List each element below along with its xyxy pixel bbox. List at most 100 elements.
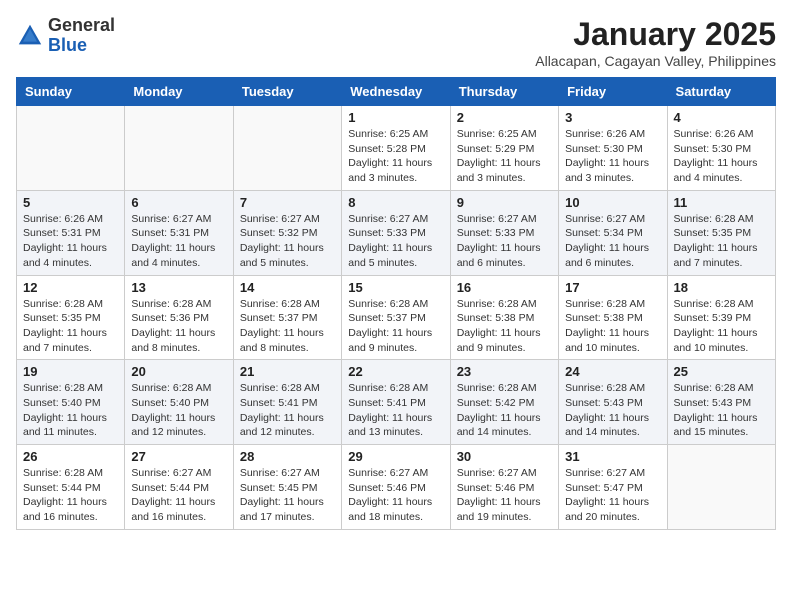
day-info: Sunrise: 6:27 AM Sunset: 5:32 PM Dayligh… (240, 212, 335, 271)
calendar-day-cell: 19 Sunrise: 6:28 AM Sunset: 5:40 PM Dayli… (17, 360, 125, 445)
day-info: Sunrise: 6:28 AM Sunset: 5:39 PM Dayligh… (674, 297, 769, 356)
day-number: 26 (23, 449, 118, 464)
calendar-week-row: 12Sunrise: 6:28 AM Sunset: 5:35 PM Dayli… (17, 275, 776, 360)
day-number: 4 (674, 110, 769, 125)
day-info: Sunrise: 6:26 AM Sunset: 5:30 PM Dayligh… (565, 127, 660, 186)
calendar-day-cell: 21Sunrise: 6:28 AM Sunset: 5:41 PM Dayli… (233, 360, 341, 445)
day-number: 23 (457, 364, 552, 379)
calendar-day-cell: 4 Sunrise: 6:26 AM Sunset: 5:30 PM Daylig… (667, 106, 775, 191)
day-info: Sunrise: 6:26 AM Sunset: 5:30 PM Dayligh… (674, 127, 769, 186)
calendar-day-cell: 1 Sunrise: 6:25 AM Sunset: 5:28 PM Daylig… (342, 106, 450, 191)
weekday-header-tuesday: Tuesday (233, 78, 341, 106)
day-info: Sunrise: 6:28 AM Sunset: 5:44 PM Dayligh… (23, 466, 118, 525)
calendar-day-cell: 26 Sunrise: 6:28 AM Sunset: 5:44 PM Dayli… (17, 445, 125, 530)
calendar-day-cell: 17 Sunrise: 6:28 AM Sunset: 5:38 PM Dayli… (559, 275, 667, 360)
calendar-week-row: 26 Sunrise: 6:28 AM Sunset: 5:44 PM Dayli… (17, 445, 776, 530)
day-number: 17 (565, 280, 660, 295)
day-number: 21 (240, 364, 335, 379)
day-number: 27 (131, 449, 226, 464)
day-info: Sunrise: 6:27 AM Sunset: 5:34 PM Dayligh… (565, 212, 660, 271)
day-info: Sunrise: 6:28 AM Sunset: 5:38 PM Dayligh… (565, 297, 660, 356)
day-number: 29 (348, 449, 443, 464)
logo: General Blue (16, 16, 115, 56)
calendar-day-cell: 20Sunrise: 6:28 AM Sunset: 5:40 PM Dayli… (125, 360, 233, 445)
calendar-day-cell: 5 Sunrise: 6:26 AM Sunset: 5:31 PM Daylig… (17, 190, 125, 275)
day-number: 30 (457, 449, 552, 464)
day-info: Sunrise: 6:28 AM Sunset: 5:40 PM Dayligh… (23, 381, 118, 440)
calendar-day-cell: 13 Sunrise: 6:28 AM Sunset: 5:36 PM Dayli… (125, 275, 233, 360)
weekday-header-thursday: Thursday (450, 78, 558, 106)
day-number: 3 (565, 110, 660, 125)
day-number: 28 (240, 449, 335, 464)
day-info: Sunrise: 6:27 AM Sunset: 5:47 PM Dayligh… (565, 466, 660, 525)
calendar-day-cell: 2Sunrise: 6:25 AM Sunset: 5:29 PM Daylig… (450, 106, 558, 191)
calendar-day-cell: 15 Sunrise: 6:28 AM Sunset: 5:37 PM Dayli… (342, 275, 450, 360)
day-number: 13 (131, 280, 226, 295)
weekday-header-monday: Monday (125, 78, 233, 106)
calendar-day-cell: 25 Sunrise: 6:28 AM Sunset: 5:43 PM Dayli… (667, 360, 775, 445)
calendar-day-cell: 11Sunrise: 6:28 AM Sunset: 5:35 PM Dayli… (667, 190, 775, 275)
day-info: Sunrise: 6:28 AM Sunset: 5:35 PM Dayligh… (674, 212, 769, 271)
day-info: Sunrise: 6:27 AM Sunset: 5:44 PM Dayligh… (131, 466, 226, 525)
calendar-week-row: 5 Sunrise: 6:26 AM Sunset: 5:31 PM Daylig… (17, 190, 776, 275)
day-number: 16 (457, 280, 552, 295)
day-number: 15 (348, 280, 443, 295)
day-number: 14 (240, 280, 335, 295)
weekday-header-friday: Friday (559, 78, 667, 106)
calendar-day-cell (125, 106, 233, 191)
calendar-week-row: 1 Sunrise: 6:25 AM Sunset: 5:28 PM Daylig… (17, 106, 776, 191)
day-info: Sunrise: 6:27 AM Sunset: 5:46 PM Dayligh… (457, 466, 552, 525)
day-number: 22 (348, 364, 443, 379)
day-info: Sunrise: 6:27 AM Sunset: 5:46 PM Dayligh… (348, 466, 443, 525)
day-info: Sunrise: 6:25 AM Sunset: 5:28 PM Dayligh… (348, 127, 443, 186)
day-number: 24 (565, 364, 660, 379)
day-info: Sunrise: 6:28 AM Sunset: 5:41 PM Dayligh… (348, 381, 443, 440)
calendar-table: SundayMondayTuesdayWednesdayThursdayFrid… (16, 77, 776, 530)
calendar-day-cell: 14Sunrise: 6:28 AM Sunset: 5:37 PM Dayli… (233, 275, 341, 360)
calendar-day-cell: 18Sunrise: 6:28 AM Sunset: 5:39 PM Dayli… (667, 275, 775, 360)
day-info: Sunrise: 6:28 AM Sunset: 5:36 PM Dayligh… (131, 297, 226, 356)
day-number: 25 (674, 364, 769, 379)
calendar-day-cell: 24Sunrise: 6:28 AM Sunset: 5:43 PM Dayli… (559, 360, 667, 445)
weekday-header-wednesday: Wednesday (342, 78, 450, 106)
day-number: 6 (131, 195, 226, 210)
calendar-day-cell: 29 Sunrise: 6:27 AM Sunset: 5:46 PM Dayli… (342, 445, 450, 530)
day-number: 19 (23, 364, 118, 379)
month-title: January 2025 (535, 16, 776, 53)
page-header: General Blue January 2025 Allacapan, Cag… (16, 16, 776, 69)
calendar-day-cell: 27 Sunrise: 6:27 AM Sunset: 5:44 PM Dayli… (125, 445, 233, 530)
calendar-day-cell: 9 Sunrise: 6:27 AM Sunset: 5:33 PM Daylig… (450, 190, 558, 275)
day-number: 5 (23, 195, 118, 210)
day-info: Sunrise: 6:28 AM Sunset: 5:43 PM Dayligh… (674, 381, 769, 440)
day-info: Sunrise: 6:27 AM Sunset: 5:45 PM Dayligh… (240, 466, 335, 525)
logo-blue-text: Blue (48, 35, 87, 55)
day-info: Sunrise: 6:28 AM Sunset: 5:42 PM Dayligh… (457, 381, 552, 440)
calendar-day-cell (233, 106, 341, 191)
day-info: Sunrise: 6:26 AM Sunset: 5:31 PM Dayligh… (23, 212, 118, 271)
calendar-day-cell: 28 Sunrise: 6:27 AM Sunset: 5:45 PM Dayli… (233, 445, 341, 530)
day-info: Sunrise: 6:28 AM Sunset: 5:37 PM Dayligh… (348, 297, 443, 356)
location-text: Allacapan, Cagayan Valley, Philippines (535, 53, 776, 69)
day-info: Sunrise: 6:27 AM Sunset: 5:33 PM Dayligh… (457, 212, 552, 271)
logo-icon (16, 22, 44, 50)
day-number: 8 (348, 195, 443, 210)
day-number: 9 (457, 195, 552, 210)
calendar-day-cell (667, 445, 775, 530)
calendar-day-cell: 3 Sunrise: 6:26 AM Sunset: 5:30 PM Daylig… (559, 106, 667, 191)
day-number: 1 (348, 110, 443, 125)
weekday-header-saturday: Saturday (667, 78, 775, 106)
calendar-day-cell: 31Sunrise: 6:27 AM Sunset: 5:47 PM Dayli… (559, 445, 667, 530)
weekday-header-sunday: Sunday (17, 78, 125, 106)
calendar-day-cell: 30 Sunrise: 6:27 AM Sunset: 5:46 PM Dayli… (450, 445, 558, 530)
day-info: Sunrise: 6:28 AM Sunset: 5:35 PM Dayligh… (23, 297, 118, 356)
calendar-day-cell: 7Sunrise: 6:27 AM Sunset: 5:32 PM Daylig… (233, 190, 341, 275)
logo-general-text: General (48, 15, 115, 35)
calendar-week-row: 19 Sunrise: 6:28 AM Sunset: 5:40 PM Dayli… (17, 360, 776, 445)
calendar-day-cell: 8 Sunrise: 6:27 AM Sunset: 5:33 PM Daylig… (342, 190, 450, 275)
day-info: Sunrise: 6:27 AM Sunset: 5:33 PM Dayligh… (348, 212, 443, 271)
title-block: January 2025 Allacapan, Cagayan Valley, … (535, 16, 776, 69)
day-number: 2 (457, 110, 552, 125)
day-number: 10 (565, 195, 660, 210)
calendar-day-cell: 12Sunrise: 6:28 AM Sunset: 5:35 PM Dayli… (17, 275, 125, 360)
calendar-day-cell: 22 Sunrise: 6:28 AM Sunset: 5:41 PM Dayli… (342, 360, 450, 445)
